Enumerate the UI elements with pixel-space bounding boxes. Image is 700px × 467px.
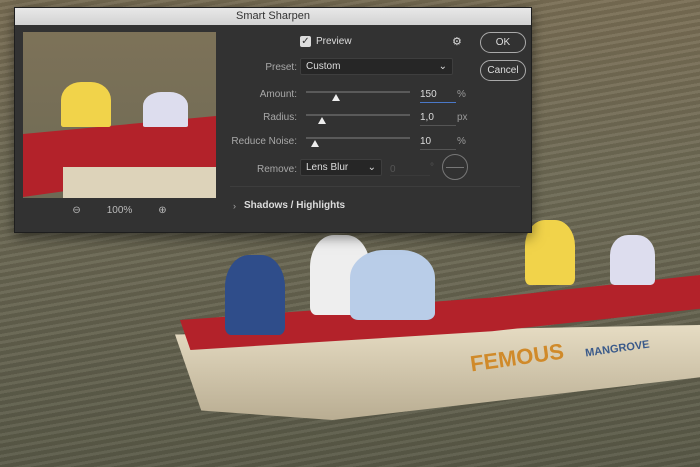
radius-unit: px	[457, 112, 468, 123]
angle-dial[interactable]	[442, 154, 468, 180]
amount-input[interactable]: 150	[420, 89, 456, 103]
shadows-highlights-toggle[interactable]: › Shadows / Highlights	[233, 200, 345, 211]
angle-unit: °	[430, 162, 434, 173]
remove-value: Lens Blur	[306, 162, 348, 173]
cancel-button[interactable]: Cancel	[480, 60, 526, 81]
preset-label: Preset:	[207, 62, 297, 73]
reduce-noise-label: Reduce Noise:	[207, 136, 297, 147]
shadows-highlights-label: Shadows / Highlights	[244, 200, 345, 211]
angle-input[interactable]: 0	[390, 164, 430, 176]
preview-checkbox[interactable]: ✓ Preview	[300, 36, 352, 47]
zoom-level: 100%	[107, 205, 133, 216]
dialog-title[interactable]: Smart Sharpen	[15, 8, 531, 25]
preview-image[interactable]	[23, 32, 216, 198]
reduce-noise-unit: %	[457, 136, 466, 147]
checkbox-icon[interactable]: ✓	[300, 36, 311, 47]
person	[225, 255, 285, 335]
amount-slider[interactable]	[306, 91, 410, 93]
radius-label: Radius:	[207, 112, 297, 123]
preset-value: Custom	[306, 61, 340, 72]
zoom-in-icon[interactable]: ⊕	[158, 205, 166, 216]
reduce-noise-slider[interactable]	[306, 137, 410, 139]
ok-button[interactable]: OK	[480, 32, 526, 53]
remove-label: Remove:	[207, 164, 297, 175]
radius-input[interactable]: 1,0	[420, 112, 456, 126]
slider-thumb[interactable]	[332, 94, 340, 101]
amount-unit: %	[457, 89, 466, 100]
zoom-out-icon[interactable]: ⊖	[72, 205, 80, 216]
remove-select[interactable]: Lens Blur ⌄	[300, 159, 382, 176]
chevron-down-icon: ⌄	[439, 61, 447, 72]
person	[525, 220, 575, 285]
preview-label: Preview	[316, 36, 352, 47]
boat-photo: FEMOUS MANGROVE	[175, 255, 700, 425]
chevron-down-icon: ⌄	[368, 162, 376, 173]
preset-select[interactable]: Custom ⌄	[300, 58, 453, 75]
amount-label: Amount:	[207, 89, 297, 100]
smart-sharpen-dialog: Smart Sharpen ⊖ 100% ⊕ ✓ Preview ⚙ Prese…	[14, 7, 532, 233]
person	[350, 250, 435, 320]
reduce-noise-input[interactable]: 10	[420, 136, 456, 150]
slider-thumb[interactable]	[318, 117, 326, 124]
person	[610, 235, 655, 285]
radius-slider[interactable]	[306, 114, 410, 116]
chevron-right-icon: ›	[233, 201, 236, 211]
slider-thumb[interactable]	[311, 140, 319, 147]
gear-icon[interactable]: ⚙	[452, 35, 462, 48]
